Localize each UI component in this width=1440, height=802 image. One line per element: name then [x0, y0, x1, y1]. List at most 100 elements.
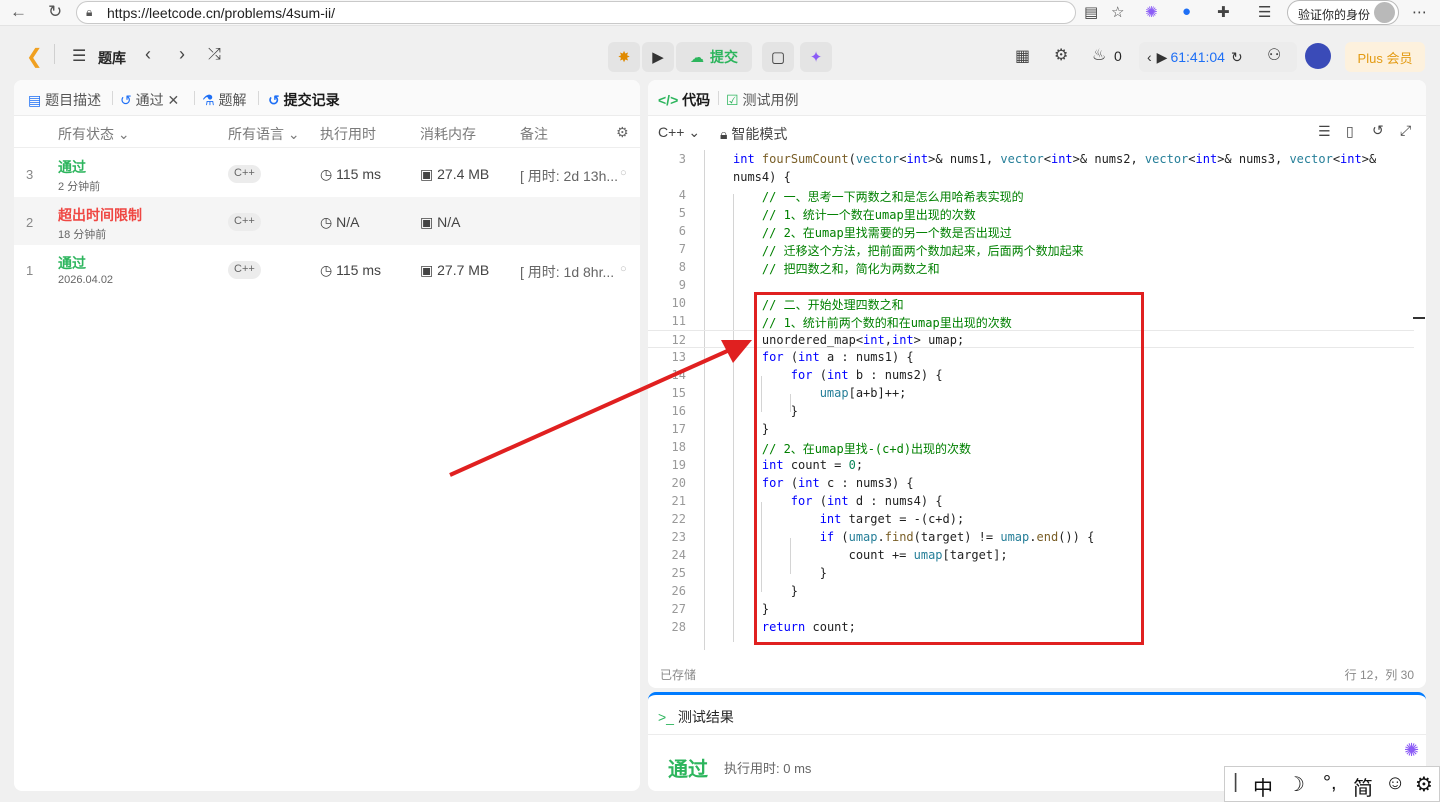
chevron-down-icon: ⌄ — [688, 124, 701, 140]
line-number: 14 — [671, 368, 686, 382]
streak-flame-icon[interactable]: ♨ — [1092, 45, 1106, 65]
filter-status-dropdown[interactable]: 所有状态 ⌄ — [58, 124, 130, 144]
tab-description[interactable]: ▤ 题目描述 — [28, 90, 101, 110]
timer-play-icon[interactable]: ▶ — [1157, 49, 1168, 66]
language-badge: C++ — [228, 261, 261, 279]
settings-gear-icon[interactable]: ⚙ — [1054, 45, 1068, 65]
tab-submissions[interactable]: ↺ 提交记录 — [268, 90, 340, 110]
more-menu-icon[interactable]: ⋯ — [1412, 3, 1427, 21]
code-line[interactable]: 4 // 一、思考一下两数之和是怎么用哈希表实现的 — [648, 186, 1414, 204]
user-avatar[interactable] — [1305, 43, 1331, 69]
submission-note[interactable]: [ 用时: 2d 13h... — [520, 166, 618, 186]
tab-testcase[interactable]: ☑ 测试用例 — [726, 90, 798, 110]
add-friend-icon[interactable]: ⚇ — [1267, 45, 1281, 65]
table-settings-gear-icon[interactable]: ⚙ — [616, 124, 629, 141]
timer-reset-icon[interactable]: ↻ — [1231, 49, 1243, 66]
ime-moon-icon[interactable]: ☽ — [1287, 772, 1305, 797]
extension-blue-icon[interactable]: ● — [1182, 3, 1191, 20]
ime-mode-chinese[interactable]: 中 — [1253, 772, 1273, 801]
tab-code[interactable]: </> 代码 — [658, 90, 710, 110]
line-number: 23 — [671, 530, 686, 544]
prev-problem-icon[interactable]: ‹ — [145, 44, 151, 65]
random-problem-icon[interactable]: ⤮ — [208, 46, 221, 64]
next-problem-icon[interactable]: › — [179, 44, 185, 65]
collections-icon[interactable]: ☰ — [1258, 3, 1271, 21]
header-divider — [54, 44, 55, 64]
smart-mode-toggle[interactable]: 🔒︎ 智能模式 — [720, 124, 787, 144]
saved-status: 已存储 — [660, 668, 697, 682]
ime-simplified[interactable]: 简 — [1353, 772, 1373, 801]
history-icon: ↺ — [268, 92, 280, 108]
verify-identity-button[interactable]: 验证你的身份 — [1287, 0, 1399, 25]
tab-solutions[interactable]: ⚗ 题解 — [202, 90, 246, 110]
submit-button[interactable]: ☁ 提交 — [676, 42, 752, 72]
clock-icon: ◷ — [320, 166, 333, 182]
line-number: 12 — [671, 333, 686, 347]
extension-brain-icon[interactable]: ✺ — [1145, 3, 1158, 21]
problem-bank-link[interactable]: 题库 — [98, 48, 126, 68]
bookmark-icon[interactable]: ▯ — [1346, 123, 1354, 140]
debug-button[interactable]: ✸ — [608, 42, 640, 72]
reload-icon[interactable]: ↻ — [48, 2, 62, 22]
line-number: 26 — [671, 584, 686, 598]
timer-collapse-icon[interactable]: ‹ — [1147, 49, 1152, 65]
line-number: 3 — [678, 152, 686, 166]
layout-grid-icon[interactable]: ▦ — [1015, 46, 1030, 66]
format-code-icon[interactable]: ☰ — [1318, 123, 1331, 140]
extensions-puzzle-icon[interactable]: ✚ — [1217, 3, 1230, 21]
submission-row[interactable]: 2 超出时间限制 18 分钟前 C++ ◷ N/A ▣ N/A — [14, 197, 640, 245]
scrollbar-marker[interactable] — [1413, 317, 1425, 319]
submissions-panel: ▤ 题目描述 ↺ 通过 ✕ ⚗ 题解 ↺ 提交记录 所有状态 ⌄ 所有语言 ⌄ … — [14, 80, 640, 791]
checkbox-icon: ☑ — [726, 92, 739, 108]
tab-accepted[interactable]: ↺ 通过 ✕ — [120, 90, 179, 110]
ime-punctuation-icon[interactable]: °, — [1323, 772, 1337, 795]
back-icon[interactable]: ← — [10, 2, 27, 22]
verify-identity-label: 验证你的身份 — [1298, 8, 1371, 22]
reset-code-icon[interactable]: ↺ — [1372, 122, 1384, 139]
ime-settings-gear-icon[interactable]: ⚙ — [1415, 772, 1433, 797]
line-number: 20 — [671, 476, 686, 490]
filter-language-dropdown[interactable]: 所有语言 ⌄ — [228, 124, 300, 144]
submission-status[interactable]: 通过 — [58, 253, 86, 273]
address-bar[interactable]: 🔒︎ https://leetcode.cn/problems/4sum-ii/ — [76, 1, 1076, 24]
close-tab-icon[interactable]: ✕ — [168, 92, 180, 108]
language-selector[interactable]: C++ ⌄ — [658, 124, 700, 141]
problem-list-icon[interactable]: ☰ — [72, 46, 86, 66]
line-number: 11 — [671, 314, 686, 328]
code-line[interactable]: 7 // 迁移这个方法，把前面两个数加起来，后面两个数加起来 — [648, 240, 1414, 258]
site-info-icon[interactable]: 🔒︎ — [86, 5, 92, 20]
ime-handle-icon[interactable]: | — [1233, 771, 1238, 794]
run-button[interactable]: ▶ — [642, 42, 674, 72]
leetcode-logo-icon[interactable]: ❮ — [26, 44, 43, 69]
code-line[interactable]: 3 int fourSumCount(vector<int>& nums1, ve… — [648, 150, 1414, 168]
ai-assistant-button[interactable]: ✦ — [800, 42, 832, 72]
code-line[interactable]: 8 // 把四数之和，简化为两数之和 — [648, 258, 1414, 276]
line-number: 25 — [671, 566, 686, 580]
note-indicator-icon: ○ — [620, 167, 627, 179]
submission-status[interactable]: 超出时间限制 — [58, 205, 142, 225]
language-badge: C++ — [228, 213, 261, 231]
play-icon: ▶ — [652, 49, 664, 66]
memory-value: ▣ 27.4 MB — [420, 166, 490, 182]
code-line[interactable]: 6 // 2、在umap里找需要的另一个数是否出现过 — [648, 222, 1414, 240]
favorite-star-icon[interactable]: ☆ — [1111, 3, 1124, 21]
plus-membership-button[interactable]: Plus 会员 — [1345, 42, 1425, 72]
submission-status[interactable]: 通过 — [58, 157, 86, 177]
ai-brain-icon[interactable]: ✺ — [1404, 740, 1419, 761]
submission-row[interactable]: 3 通过 2 分钟前 C++ ◷ 115 ms ▣ 27.4 MB [ 用时: 2d 13h… — [14, 149, 640, 197]
submission-note[interactable]: [ 用时: 1d 8hr... — [520, 262, 614, 282]
code-line[interactable]: 5 // 1、统计一个数在umap里出现的次数 — [648, 204, 1414, 222]
cursor-position: 行 12，列 30 — [1344, 668, 1414, 682]
reader-mode-icon[interactable]: ▤ — [1084, 3, 1098, 21]
submission-time: 2 分钟前 — [58, 181, 101, 193]
line-number: 4 — [678, 188, 686, 202]
streak-count: 0 — [1114, 48, 1122, 64]
notes-button[interactable]: ▢ — [762, 42, 794, 72]
runtime-value: ◷ 115 ms — [320, 166, 381, 182]
document-icon: ▤ — [28, 92, 42, 108]
ime-emoji-icon[interactable]: ☺ — [1385, 772, 1405, 795]
fullscreen-icon[interactable]: ⤢ — [1400, 122, 1411, 139]
tab-test-result[interactable]: >_ 测试结果 — [658, 707, 734, 727]
code-line[interactable]: nums4) { — [648, 168, 1414, 186]
submission-row[interactable]: 1 通过 2026.04.02 C++ ◷ 115 ms ▣ 27.7 MB [ 用时: 1… — [14, 245, 640, 293]
